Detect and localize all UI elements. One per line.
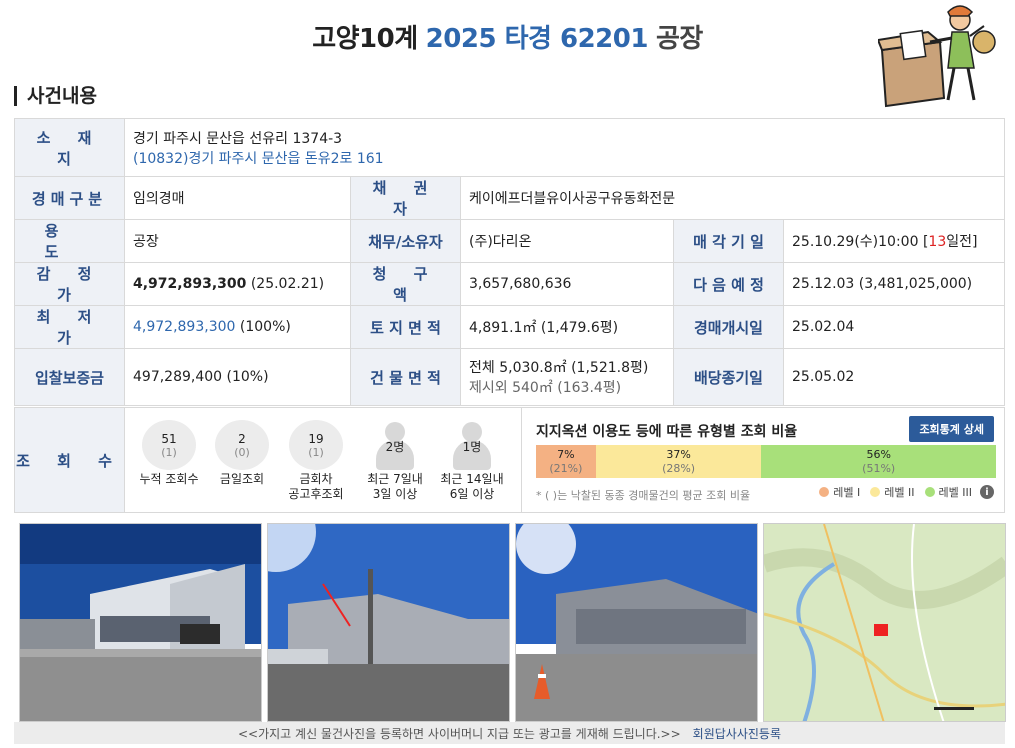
days-remaining: 13 <box>928 234 947 250</box>
ratio-legend: 레벨 I 레벨 II 레벨 III i <box>809 484 994 500</box>
appraisal-value: 4,972,893,300 (25.02.21) <box>124 262 351 306</box>
sale-date-value: 25.10.29(수)10:00 [13일전] <box>783 219 1005 263</box>
view-stats-panel: 조 회 수 51 (1) 누적 조회수 2 (0) 금일조회 19 (1) 금회차 공고… <box>14 407 1005 513</box>
page-title: 고양10계 2025 타경 62201 공장 <box>0 18 1015 55</box>
creditor-label: 채 권 자 <box>350 176 461 220</box>
ratio-segment-level2: 37% (28%) <box>595 445 762 478</box>
court-name: 고양10계 <box>312 24 418 54</box>
auction-type-value: 임의경매 <box>124 176 351 220</box>
creditor-value: 케이에프더블유이사공구유동화전문 <box>460 176 1005 220</box>
stat-today-views: 2 (0) 금일조회 <box>208 420 276 487</box>
location-address: 경기 파주시 문산읍 선유리 1374-3 <box>133 130 343 147</box>
property-photo-2[interactable] <box>267 523 510 722</box>
start-date-value: 25.02.04 <box>783 305 1005 349</box>
mascot-illustration <box>878 5 996 108</box>
location-label: 소 재 지 <box>14 118 125 177</box>
auction-type-label: 경매구분 <box>14 176 125 220</box>
ratio-segment-level3: 56% (51%) <box>761 445 996 478</box>
legend-dot-level2 <box>870 487 881 497</box>
person-icon: 2명 <box>368 420 422 470</box>
view-ratio-panel: 지지옥션 이용도 등에 따른 유형별 조회 비율 조회통계 상세 7% (21%)… <box>521 408 1004 512</box>
legend-dot-level3 <box>924 487 935 497</box>
location-map[interactable] <box>763 523 1006 722</box>
property-photo-1[interactable] <box>19 523 262 722</box>
property-category: 공장 <box>655 24 703 54</box>
ratio-bar: 7% (21%) 37% (28%) 56% (51%) <box>536 445 996 478</box>
debtor-label: 채무/소유자 <box>350 219 461 263</box>
land-area-label: 토 지 면 적 <box>350 305 461 349</box>
land-area-value: 4,891.1㎡ (1,479.6평) <box>460 305 674 349</box>
sale-date-label: 매 각 기 일 <box>673 219 784 263</box>
stat-14day-visitors: 1명 최근 14일내 6일 이상 <box>438 420 506 502</box>
use-value: 공장 <box>124 219 351 263</box>
min-price-value: 4,972,893,300 (100%) <box>124 305 351 349</box>
stat-round-views: 19 (1) 금회차 공고후조회 <box>282 420 350 502</box>
register-photo-link[interactable]: 회원답사사진등록 <box>693 725 781 742</box>
ratio-segment-level1: 7% (21%) <box>536 445 596 478</box>
debtor-value: (주)다리온 <box>460 219 674 263</box>
appraisal-label: 감 정 가 <box>14 262 125 306</box>
case-info-table: 소 재 지 경기 파주시 문산읍 선유리 1374-3 (10832)경기 파주… <box>14 118 1005 406</box>
deposit-label: 입찰보증금 <box>14 348 125 406</box>
next-schedule-label: 다 음 예 정 <box>673 262 784 306</box>
view-count-label: 조 회 수 <box>15 408 125 512</box>
deposit-value: 497,289,400 (10%) <box>124 348 351 406</box>
building-area-label: 건 물 면 적 <box>350 348 461 406</box>
view-stats-detail-button[interactable]: 조회통계 상세 <box>909 416 994 442</box>
property-photo-3[interactable] <box>515 523 758 722</box>
use-label: 용 도 <box>14 219 125 263</box>
stat-total-views: 51 (1) 누적 조회수 <box>135 420 203 487</box>
info-icon[interactable]: i <box>980 485 994 499</box>
dividend-deadline-value: 25.05.02 <box>783 348 1005 406</box>
min-price-label: 최 저 가 <box>14 305 125 349</box>
ratio-note: * ( )는 낙찰된 동종 경매물건의 평균 조회 비율 <box>536 489 751 502</box>
location-cell: 경기 파주시 문산읍 선유리 1374-3 (10832)경기 파주시 문산읍 … <box>124 118 1005 177</box>
claim-value: 3,657,680,636 <box>460 262 674 306</box>
section-title: 사건내용 <box>14 86 97 106</box>
photo-notice-text: <<가지고 계신 물건사진을 등록하면 사이버머니 지급 또는 광고를 게재해 … <box>237 726 681 741</box>
dividend-deadline-label: 배당종기일 <box>673 348 784 406</box>
claim-label: 청 구 액 <box>350 262 461 306</box>
ratio-title: 지지옥션 이용도 등에 따른 유형별 조회 비율 <box>536 424 798 440</box>
next-schedule-value: 25.12.03 (3,481,025,000) <box>783 262 1005 306</box>
legend-dot-level1 <box>819 487 830 497</box>
stat-7day-visitors: 2명 최근 7일내 3일 이상 <box>361 420 429 502</box>
case-number: 2025 타경 62201 <box>425 24 649 54</box>
building-area-value: 전체 5,030.8㎡ (1,521.8평) 제시외 540㎡ (163.4평) <box>460 348 674 406</box>
photo-notice-bar: <<가지고 계신 물건사진을 등록하면 사이버머니 지급 또는 광고를 게재해 … <box>14 722 1005 744</box>
location-road-address[interactable]: (10832)경기 파주시 문산읍 돈유2로 161 <box>133 148 996 168</box>
person-icon: 1명 <box>445 420 499 470</box>
start-date-label: 경매개시일 <box>673 305 784 349</box>
